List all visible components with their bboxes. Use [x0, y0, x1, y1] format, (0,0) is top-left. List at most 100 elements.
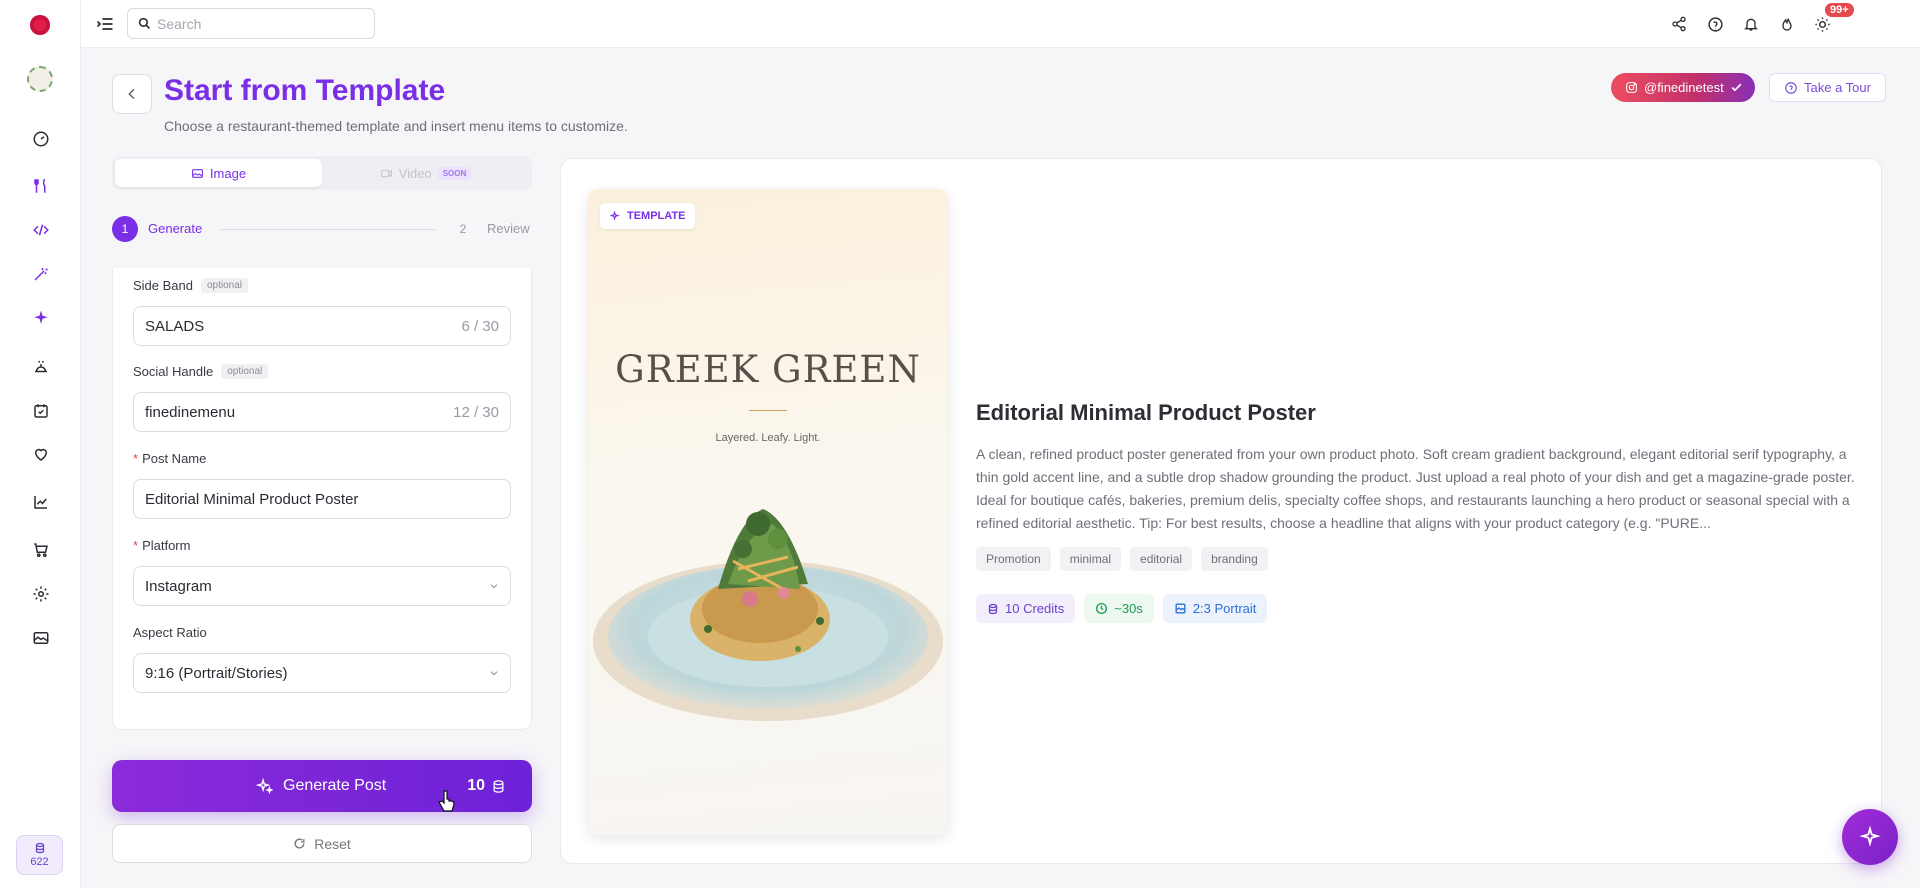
- top-bar: 99+ FD: [81, 0, 1920, 48]
- post-name-input[interactable]: Editorial Minimal Product Poster: [133, 479, 511, 519]
- chevron-down-icon: [490, 671, 498, 676]
- poster-headline: GREEK GREEN: [615, 348, 921, 391]
- left-rail: 622: [0, 0, 81, 888]
- tag: branding: [1201, 547, 1268, 571]
- theme-sun-icon[interactable]: [1810, 12, 1834, 36]
- tab-video: Video SOON: [322, 159, 529, 187]
- side-band-input[interactable]: SALADS 6 / 30: [133, 306, 511, 346]
- tab-image[interactable]: Image: [115, 159, 322, 187]
- social-handle-label: Social Handle optional: [133, 364, 269, 379]
- generate-cost: 10: [467, 777, 485, 794]
- mouse-cursor-icon: [438, 790, 455, 812]
- soon-badge: SOON: [437, 166, 472, 180]
- post-name-label-text: Post Name: [142, 451, 207, 466]
- sparkle-icon[interactable]: [0, 303, 81, 333]
- help-icon[interactable]: [1703, 12, 1727, 36]
- share-icon[interactable]: [1667, 12, 1691, 36]
- bell-concierge-icon[interactable]: [0, 352, 81, 382]
- optional-tag: optional: [201, 278, 249, 293]
- credits-chip-label: 10 Credits: [1005, 601, 1065, 616]
- media-type-tabs: Image Video SOON: [112, 156, 532, 190]
- check-icon: [1731, 83, 1742, 92]
- platform-label: * Platform: [133, 538, 190, 553]
- side-band-label: Side Band optional: [133, 278, 249, 293]
- template-badge-label: TEMPLATE: [627, 210, 686, 222]
- settings-icon[interactable]: [0, 579, 81, 609]
- refresh-icon: [294, 838, 305, 849]
- coins-icon: [35, 842, 44, 854]
- sparkles-icon: [256, 777, 273, 794]
- take-tour-label: Take a Tour: [1804, 80, 1871, 95]
- social-handle-value: finedinemenu: [145, 403, 236, 421]
- coins-icon: [988, 603, 998, 614]
- ratio-chip: 2:3 Portrait: [1162, 594, 1268, 623]
- search-box[interactable]: [127, 8, 375, 39]
- sidebar-toggle-icon[interactable]: [95, 14, 115, 34]
- dashboard-icon[interactable]: [0, 124, 81, 154]
- side-band-label-text: Side Band: [133, 278, 193, 293]
- template-description: A clean, refined product poster generate…: [976, 446, 1855, 531]
- magic-wand-icon[interactable]: [0, 259, 81, 289]
- instagram-handle: @finedinetest: [1644, 80, 1724, 95]
- bell-icon[interactable]: [1739, 12, 1763, 36]
- reset-label: Reset: [314, 835, 351, 852]
- aspect-ratio-icon: [1175, 603, 1186, 614]
- reset-button[interactable]: Reset: [112, 824, 532, 863]
- step-2-label: Review: [487, 221, 530, 236]
- clock-icon: [1096, 602, 1108, 615]
- aspect-ratio-value: 9:16 (Portrait/Stories): [145, 664, 288, 682]
- analytics-icon[interactable]: [0, 487, 81, 517]
- poster-tagline: Layered. Leafy. Light.: [715, 432, 821, 444]
- chevron-left-icon: [128, 88, 135, 100]
- required-mark: *: [133, 538, 139, 553]
- aspect-ratio-label: Aspect Ratio: [133, 625, 207, 640]
- page-title: Start from Template: [164, 74, 446, 107]
- credits-balance[interactable]: 622: [16, 835, 63, 875]
- media-icon[interactable]: [0, 623, 81, 653]
- flame-icon[interactable]: [1775, 12, 1799, 36]
- post-name-label: * Post Name: [133, 451, 206, 466]
- generate-post-button[interactable]: Generate Post 10: [112, 760, 532, 812]
- instagram-icon: [1626, 82, 1637, 93]
- platform-value: Instagram: [145, 577, 212, 595]
- ratio-chip-label: 2:3 Portrait: [1192, 601, 1257, 616]
- take-tour-button[interactable]: Take a Tour: [1769, 73, 1886, 102]
- platform-select[interactable]: Instagram: [133, 566, 511, 606]
- tag: editorial: [1130, 547, 1193, 571]
- embed-icon[interactable]: [0, 215, 81, 245]
- step-1-number: 1: [112, 216, 138, 242]
- optional-tag: optional: [221, 364, 269, 379]
- sparkle-icon: [1859, 826, 1881, 847]
- aspect-ratio-select[interactable]: 9:16 (Portrait/Stories): [133, 653, 511, 693]
- chevron-down-icon: [490, 584, 498, 589]
- social-handle-counter: 12 / 30: [453, 403, 499, 421]
- tag: minimal: [1059, 547, 1122, 571]
- time-chip-label: ~30s: [1114, 601, 1143, 616]
- restaurant-logo[interactable]: [27, 66, 53, 92]
- template-tags: Promotion minimal editorial branding: [976, 547, 1268, 571]
- image-icon: [192, 168, 203, 178]
- aspect-ratio-label-text: Aspect Ratio: [133, 625, 207, 640]
- stepper: 1 Generate 2 Review: [112, 216, 532, 242]
- tab-image-label: Image: [209, 165, 247, 181]
- required-mark: *: [133, 451, 139, 466]
- back-button[interactable]: [112, 74, 152, 114]
- coins-icon: [493, 779, 504, 793]
- side-band-value: SALADS: [145, 317, 205, 335]
- platform-label-text: Platform: [142, 538, 191, 553]
- post-name-value: Editorial Minimal Product Poster: [145, 490, 359, 508]
- app-logo[interactable]: [30, 15, 50, 35]
- page-subtitle: Choose a restaurant-themed template and …: [164, 118, 628, 134]
- menu-icon[interactable]: [0, 171, 81, 201]
- social-handle-input[interactable]: finedinemenu 12 / 30: [133, 392, 511, 432]
- search-input[interactable]: [157, 15, 357, 32]
- step-2-number: 2: [459, 222, 467, 236]
- side-band-counter: 6 / 30: [461, 317, 499, 335]
- calendar-check-icon[interactable]: [0, 396, 81, 426]
- instagram-account-pill[interactable]: @finedinetest: [1611, 73, 1755, 102]
- heart-icon[interactable]: [0, 439, 81, 469]
- template-form: Side Band optional SALADS 6 / 30 Social …: [112, 268, 532, 730]
- poster-preview-image: [588, 189, 948, 835]
- assistant-fab[interactable]: [1842, 809, 1898, 865]
- cart-icon[interactable]: [0, 535, 81, 565]
